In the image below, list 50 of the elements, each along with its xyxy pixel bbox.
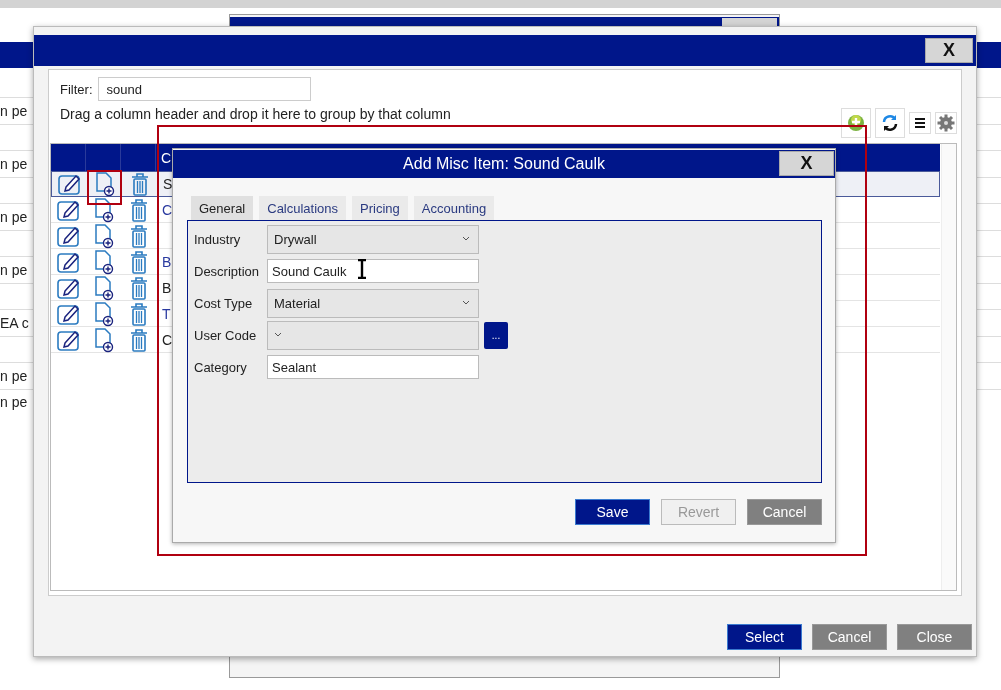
footer-button[interactable]: Close — [897, 624, 972, 650]
highlight-frame — [87, 170, 122, 205]
footer-button[interactable]: Cancel — [812, 624, 887, 650]
column-header[interactable]: C — [156, 149, 172, 166]
tab[interactable]: Accounting — [413, 196, 495, 220]
row-text: n pe — [0, 208, 28, 225]
table-cell-text: S — [162, 176, 173, 192]
dialog-title: Add Misc Item: Sound Caulk — [403, 155, 605, 173]
dialog-button[interactable]: Cancel — [747, 499, 822, 525]
text-cursor-icon — [356, 259, 368, 279]
input-field[interactable]: Sealant — [267, 355, 479, 379]
tab[interactable]: General — [191, 196, 254, 220]
group-hint: Drag a column header and drop it here to group by that column — [60, 107, 451, 122]
row-text: n pe — [0, 394, 28, 411]
table-cell-text: C — [161, 331, 173, 348]
settings-icon[interactable] — [935, 112, 957, 134]
tab[interactable]: Pricing — [352, 196, 408, 220]
dropdown-field[interactable] — [267, 320, 479, 350]
row-text: n pe — [0, 261, 28, 278]
lookup-button[interactable]: ... — [484, 321, 508, 349]
table-cell-text: T — [161, 305, 171, 322]
dismiss-button[interactable]: X — [779, 151, 834, 176]
caret-icon — [274, 332, 282, 338]
field-label: Industry — [194, 231, 242, 247]
dropdown-field[interactable]: Material — [267, 288, 479, 318]
row-text: n pe — [0, 155, 28, 172]
menu-icon[interactable] — [909, 112, 931, 134]
field-label: Description — [194, 263, 261, 279]
field-label: User Code — [194, 327, 258, 343]
row-text: n pe — [0, 102, 28, 119]
row-text: EA c — [0, 314, 29, 331]
refresh-icon[interactable] — [875, 108, 905, 138]
field-label: Cost Type — [194, 295, 254, 311]
dismiss-button[interactable]: X — [925, 38, 973, 63]
footer-button[interactable]: Select — [727, 624, 802, 650]
dropdown-field[interactable]: Drywall — [267, 224, 479, 254]
add-icon[interactable] — [841, 108, 871, 138]
table-cell-text: C — [161, 201, 173, 218]
field-label: Category — [194, 359, 248, 375]
tab[interactable]: Calculations — [259, 196, 347, 220]
dialog-button[interactable]: Save — [575, 499, 650, 525]
row-text: n pe — [0, 367, 28, 384]
filter-field[interactable]: sound — [97, 77, 311, 101]
caret-icon — [462, 236, 470, 242]
caret-icon — [462, 300, 470, 306]
table-cell-text: B — [161, 279, 172, 296]
table-cell-text: B — [161, 253, 172, 270]
filter-label: Filter: — [60, 81, 93, 97]
input-field[interactable]: Sound Caulk — [267, 259, 479, 283]
scroll-bar[interactable] — [941, 144, 956, 590]
